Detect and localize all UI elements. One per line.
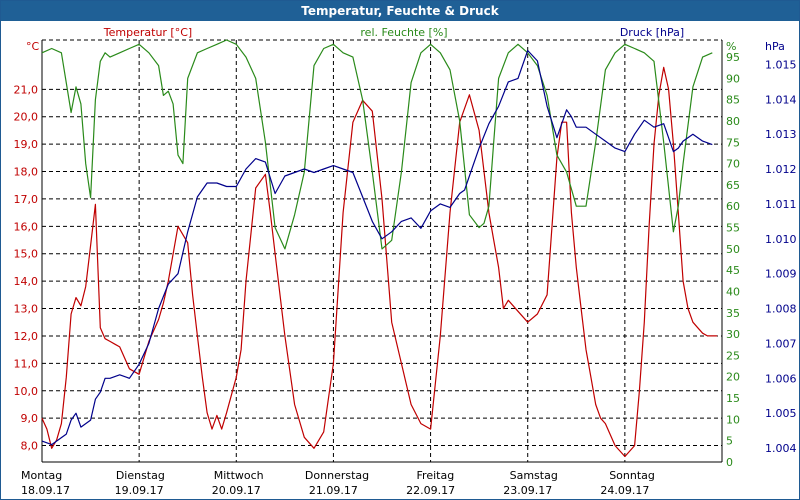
humidity-tick-label: 60 — [726, 200, 740, 213]
humidity-tick-label: 80 — [726, 115, 740, 128]
x-axis-labels: Montag 18.09.17 Dienstag 19.09.17 Mittwoch 20… — [21, 469, 655, 497]
temperature-ticks: 8,0 9,0 10,0 11,0 12,0 13,0 14,0 15,0 16,0 17,0 18… — [14, 83, 39, 452]
humidity-tick-label: 90 — [726, 72, 740, 85]
humidity-tick-label: 75 — [726, 136, 740, 149]
x-date-label: 21.09.17 — [309, 484, 358, 497]
series-lines — [41, 39, 718, 458]
humidity-unit-label: % — [726, 40, 736, 53]
temperature-tick-label: 13,0 — [14, 303, 39, 316]
series-line-temperature — [41, 66, 718, 458]
humidity-axis-label: rel. Feuchte [%] — [360, 26, 447, 39]
humidity-tick-label: 5 — [726, 435, 733, 448]
temperature-tick-label: 10,0 — [14, 385, 39, 398]
x-day-label: Dienstag — [116, 469, 165, 482]
x-day-label: Samstag — [510, 469, 558, 482]
temperature-tick-label: 16,0 — [14, 220, 39, 233]
pressure-tick-label: 1.004 — [765, 442, 797, 455]
temperature-tick-label: 20,0 — [14, 111, 39, 124]
x-date-label: 18.09.17 — [21, 484, 70, 497]
pressure-tick-label: 1.005 — [765, 407, 797, 420]
plot-frame — [41, 39, 723, 463]
humidity-tick-label: 25 — [726, 349, 740, 362]
humidity-tick-label: 95 — [726, 51, 740, 64]
temperature-tick-label: 11,0 — [14, 357, 39, 370]
humidity-tick-label: 0 — [726, 456, 733, 469]
x-date-label: 20.09.17 — [212, 484, 261, 497]
temperature-tick-label: 15,0 — [14, 248, 39, 261]
humidity-tick-label: 40 — [726, 285, 740, 298]
x-day-label: Mittwoch — [214, 469, 264, 482]
temperature-tick-label: 8,0 — [21, 440, 39, 453]
x-date-label: 22.09.17 — [406, 484, 455, 497]
temperature-tick-label: 9,0 — [21, 412, 39, 425]
humidity-tick-label: 15 — [726, 392, 740, 405]
pressure-tick-label: 1.013 — [765, 128, 797, 141]
humidity-tick-label: 50 — [726, 243, 740, 256]
pressure-tick-label: 1.011 — [765, 198, 797, 211]
temperature-tick-label: 19,0 — [14, 138, 39, 151]
pressure-unit-label: hPa — [765, 40, 785, 53]
temperature-tick-label: 12,0 — [14, 330, 39, 343]
pressure-tick-label: 1.010 — [765, 233, 797, 246]
pressure-ticks: 1.004 1.005 1.006 1.007 1.008 1.009 1.010 1.011… — [765, 58, 797, 455]
pressure-tick-label: 1.012 — [765, 163, 797, 176]
pressure-tick-label: 1.009 — [765, 268, 797, 281]
chart-canvas: 8,0 9,0 10,0 11,0 12,0 13,0 14,0 15,0 16,0 17,0 18… — [14, 26, 797, 497]
pressure-tick-label: 1.014 — [765, 93, 797, 106]
temperature-axis-label: Temperatur [°C] — [103, 26, 192, 39]
humidity-tick-label: 10 — [726, 413, 740, 426]
temperature-tick-label: 14,0 — [14, 275, 39, 288]
series-line-pressure — [41, 49, 713, 446]
temperature-tick-label: 21,0 — [14, 83, 39, 96]
x-day-label: Freitag — [417, 469, 455, 482]
temperature-unit-label: °C — [26, 40, 40, 53]
grid-lines — [42, 40, 722, 462]
humidity-tick-label: 35 — [726, 307, 740, 320]
x-day-label: Donnerstag — [305, 469, 369, 482]
humidity-tick-label: 45 — [726, 264, 740, 277]
humidity-tick-label: 65 — [726, 179, 740, 192]
humidity-tick-label: 70 — [726, 158, 740, 171]
pressure-tick-label: 1.006 — [765, 372, 797, 385]
x-date-label: 19.09.17 — [115, 484, 164, 497]
pressure-tick-label: 1.008 — [765, 303, 797, 316]
humidity-tick-label: 55 — [726, 222, 740, 235]
x-day-label: Sonntag — [609, 469, 655, 482]
x-day-label: Montag — [21, 469, 62, 482]
humidity-tick-label: 30 — [726, 328, 740, 341]
temperature-tick-label: 18,0 — [14, 166, 39, 179]
pressure-tick-label: 1.015 — [765, 58, 797, 71]
x-date-label: 23.09.17 — [503, 484, 552, 497]
pressure-tick-label: 1.007 — [765, 337, 797, 350]
humidity-tick-label: 85 — [726, 94, 740, 107]
x-date-label: 24.09.17 — [600, 484, 649, 497]
humidity-tick-label: 20 — [726, 371, 740, 384]
temperature-tick-label: 17,0 — [14, 193, 39, 206]
pressure-axis-label: Druck [hPa] — [620, 26, 684, 39]
humidity-ticks: 0 5 10 15 20 25 30 35 40 45 50 55 60 65 70 75 80 85 90 95 — [726, 51, 740, 469]
